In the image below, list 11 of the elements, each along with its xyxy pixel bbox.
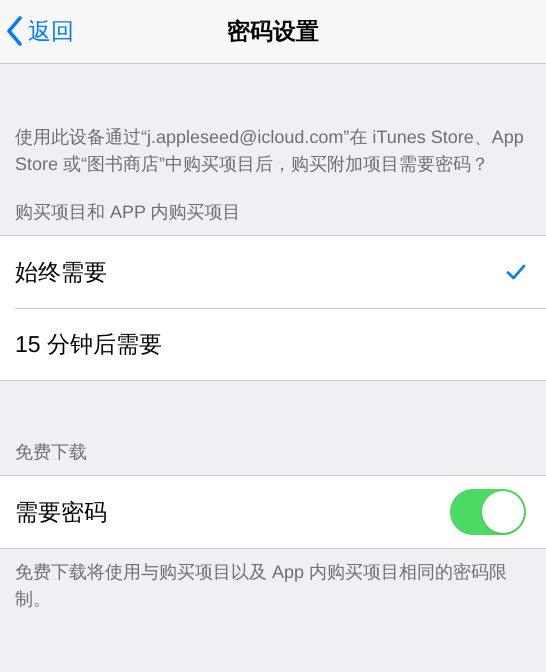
settings-row[interactable]: 始终需要 <box>0 236 546 308</box>
back-button[interactable]: 返回 <box>4 14 76 48</box>
footer-text: 免费下载将使用与购买项目以及 App 内购买项目相同的密码限制。 <box>14 561 508 611</box>
section-header: 购买项目和 APP 内购买项目 <box>14 201 242 224</box>
section-header: 免费下载 <box>14 441 88 464</box>
nav-title: 密码设置 <box>227 17 319 46</box>
toggle-switch[interactable] <box>450 489 526 535</box>
chevron-left-icon <box>6 16 22 46</box>
description-text: 使用此设备通过“j.appleseed@icloud.com”在 iTunes Store、App Store 或“图书商店”中购买项目后，购买附加项目需要密码？ <box>14 126 525 176</box>
settings-row[interactable]: 需要密码 <box>0 476 546 548</box>
settings-row[interactable]: 15 分钟后需要 <box>0 308 546 380</box>
